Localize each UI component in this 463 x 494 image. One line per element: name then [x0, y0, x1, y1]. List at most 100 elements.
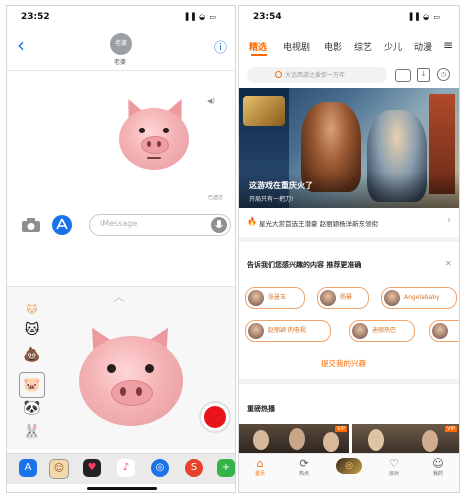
- animoji-panda[interactable]: 🐼: [21, 400, 43, 422]
- imessage-screen: 23:52 ▐▐ ◒ ▭ ‹ 老婆 老婆 ⓘ ◀) 已送达 iMessage ︿…: [6, 5, 236, 493]
- app-store-icon[interactable]: [52, 215, 72, 235]
- interest-chip[interactable]: 迪丽热巴: [349, 320, 415, 342]
- tab-anime[interactable]: 动漫: [414, 40, 432, 53]
- message-input[interactable]: iMessage: [89, 214, 231, 236]
- animoji-app-icon[interactable]: ☺: [49, 459, 69, 479]
- contact-avatar[interactable]: 老婆: [110, 33, 132, 55]
- tab-variety[interactable]: 综艺: [354, 40, 372, 53]
- animoji-pig-selected[interactable]: 🐷: [19, 372, 45, 398]
- avatar: [384, 290, 400, 306]
- nav-hot[interactable]: ⟳ 热点: [289, 457, 319, 478]
- search-icon: [275, 71, 282, 78]
- nav-label: 热点: [298, 471, 309, 477]
- interest-chip[interactable]: Angelababy: [381, 287, 457, 309]
- menu-icon[interactable]: ≡: [443, 38, 453, 52]
- record-button[interactable]: [199, 401, 231, 433]
- animoji-cat[interactable]: 🐱: [21, 305, 43, 319]
- thumbnail-face: [422, 430, 438, 452]
- nav-label: 派对: [388, 471, 399, 477]
- animoji-poo[interactable]: 💩: [21, 347, 43, 369]
- music-app-icon[interactable]: ♪: [117, 459, 135, 477]
- replay-sound-icon[interactable]: ◀): [207, 97, 215, 105]
- interest-chip[interactable]: 张曼玉: [245, 287, 305, 309]
- chip-label: 张曼玉: [268, 294, 287, 301]
- pig-eye-left: [139, 128, 145, 133]
- heart-app-icon[interactable]: ♥: [83, 459, 101, 477]
- status-icons: ▐▐ ◒ ▭: [407, 13, 441, 21]
- camera-icon[interactable]: [21, 217, 41, 233]
- center-logo-icon: ◎: [336, 458, 362, 474]
- banner-caption: 这游戏在重庆火了: [249, 181, 313, 190]
- thumbnail-face: [368, 429, 384, 451]
- pig-eye-right: [163, 128, 169, 133]
- animoji-message-pig[interactable]: [115, 94, 195, 178]
- pig-mouth: [147, 157, 161, 159]
- interest-chip[interactable]: [429, 320, 459, 342]
- mic-icon[interactable]: [211, 217, 227, 233]
- chip-label: 杨幂: [340, 294, 353, 301]
- search-placeholder: 大话西游之爱你一万年: [285, 72, 346, 79]
- animoji-preview-pig: [75, 320, 185, 432]
- delivered-status: 已送达: [208, 195, 224, 201]
- chip-label: 迪丽热巴: [372, 327, 397, 334]
- history-icon[interactable]: ◷: [437, 68, 450, 81]
- tab-underline: [251, 54, 267, 56]
- gamepad-icon[interactable]: [395, 69, 411, 82]
- section-separator: [239, 379, 459, 384]
- thumbnail-face: [323, 432, 339, 452]
- header-divider: [7, 70, 235, 71]
- back-icon[interactable]: ‹: [17, 35, 25, 55]
- pig-nostril: [157, 141, 161, 147]
- pig-snout: [111, 380, 153, 406]
- user-icon: ☺: [432, 457, 444, 470]
- tab-kids[interactable]: 少儿: [384, 40, 402, 53]
- avatar: [248, 323, 264, 339]
- video-app-screen: 23:54 ▐▐ ◒ ▭ 精选 电视剧 电影 综艺 少儿 动漫 ≡ 大话西游之爱…: [238, 5, 460, 493]
- refresh-icon: ⟳: [299, 457, 309, 470]
- submit-interest-button[interactable]: 提交我的兴趣: [321, 358, 366, 369]
- vip-badge: VIP: [335, 426, 347, 432]
- hot-news-line[interactable]: 星光大赏首选王潜豪 赵丽颖杨洋新东领衔: [259, 218, 378, 228]
- animoji-rabbit[interactable]: 🐰: [21, 424, 43, 446]
- safari-app-icon[interactable]: ◎: [151, 459, 169, 477]
- status-icons: ▐▐ ◒ ▭: [183, 13, 217, 21]
- tab-featured[interactable]: 精选: [249, 40, 267, 53]
- heart-icon: ♡: [389, 457, 399, 470]
- pig-snout: [141, 136, 169, 154]
- banner-carousel[interactable]: 这游戏在重庆火了 开局只有一把刀!: [239, 88, 459, 208]
- close-icon[interactable]: ✕: [445, 259, 452, 268]
- video-thumbnail[interactable]: VIP: [352, 424, 459, 454]
- fire-icon: 🔥: [247, 217, 257, 226]
- nav-center[interactable]: ◎: [334, 458, 364, 474]
- animoji-cat-face[interactable]: 🐱: [21, 322, 43, 344]
- interest-chip[interactable]: 杨幂: [317, 287, 369, 309]
- nav-label: 首页: [254, 471, 265, 477]
- thumbnail-face: [253, 430, 269, 450]
- download-icon[interactable]: ↓: [417, 68, 430, 82]
- home-icon: ⌂: [256, 457, 264, 470]
- red-app-icon[interactable]: S: [185, 459, 203, 477]
- info-icon[interactable]: ⓘ: [214, 37, 227, 56]
- avatar: [320, 290, 336, 306]
- interest-chip[interactable]: 赵丽颖·的电视: [245, 320, 331, 342]
- pig-nostril: [136, 387, 142, 396]
- search-input[interactable]: 大话西游之爱你一万年: [247, 67, 387, 83]
- tab-movies[interactable]: 电影: [324, 40, 342, 53]
- video-thumbnail[interactable]: VIP: [239, 424, 349, 454]
- nav-mine[interactable]: ☺ 我的: [423, 457, 453, 478]
- contact-name[interactable]: 老婆: [114, 57, 126, 66]
- status-time: 23:54: [253, 12, 282, 22]
- thumbnail-face: [289, 428, 305, 450]
- nav-home[interactable]: ⌂ 首页: [245, 457, 275, 478]
- chevron-right-icon[interactable]: ›: [447, 215, 451, 226]
- nav-party[interactable]: ♡ 派对: [379, 457, 409, 478]
- app-store-icon[interactable]: A: [19, 459, 37, 477]
- chevron-up-icon[interactable]: ︿: [113, 291, 125, 303]
- message-placeholder: iMessage: [100, 219, 138, 228]
- avatar: [432, 323, 448, 339]
- tab-tv-series[interactable]: 电视剧: [283, 40, 310, 53]
- record-dot: [204, 406, 226, 428]
- chip-label: Angelababy: [404, 294, 440, 301]
- avatar: [352, 323, 368, 339]
- green-app-icon[interactable]: +: [217, 459, 235, 477]
